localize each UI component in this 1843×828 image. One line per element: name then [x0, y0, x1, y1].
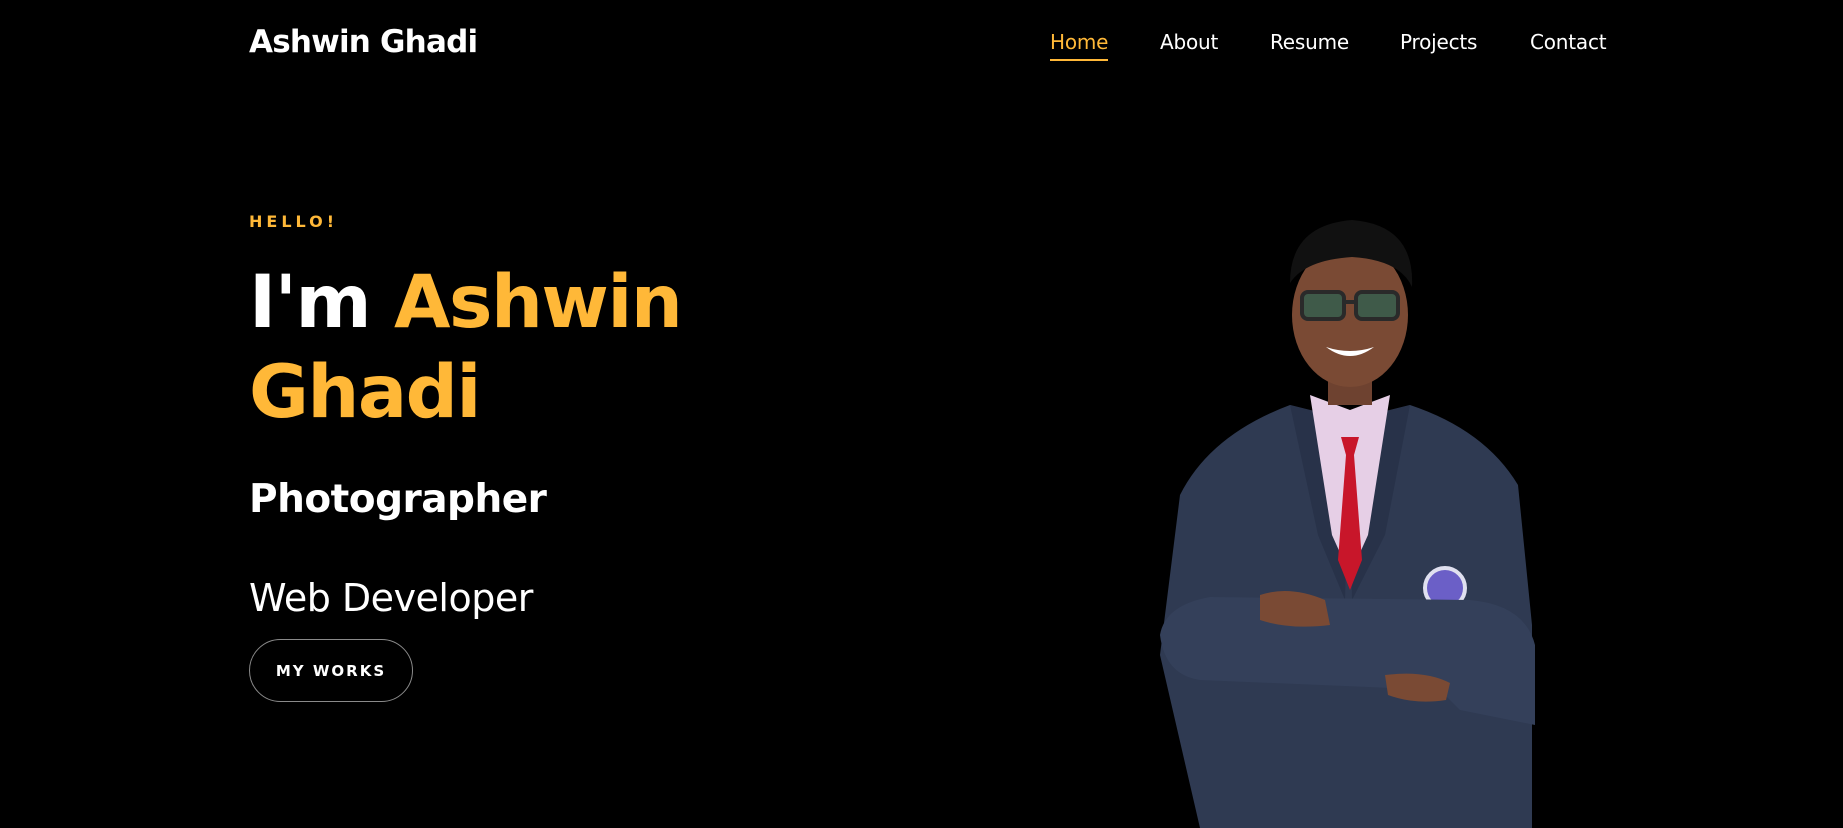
hero-greeting: HELLO! [249, 212, 339, 231]
nav-link-home[interactable]: Home [1050, 30, 1109, 61]
hero-role-primary: Photographer [249, 477, 547, 522]
hero-headline: I'm Ashwin Ghadi [249, 258, 769, 438]
hero-role-secondary: Web Developer [249, 576, 533, 620]
nav-link-resume[interactable]: Resume [1270, 30, 1349, 54]
nav-link-contact[interactable]: Contact [1530, 30, 1607, 54]
brand-logo[interactable]: Ashwin Ghadi [249, 24, 478, 60]
nav-link-projects[interactable]: Projects [1400, 30, 1477, 54]
page: Ashwin Ghadi Home About Resume Projects … [0, 0, 1843, 828]
my-works-button[interactable]: MY WORKS [249, 639, 413, 702]
portrait-photo [1140, 205, 1560, 828]
person-portrait-icon [1160, 220, 1535, 828]
headline-prefix: I'm [249, 260, 372, 345]
nav-link-about[interactable]: About [1160, 30, 1218, 54]
